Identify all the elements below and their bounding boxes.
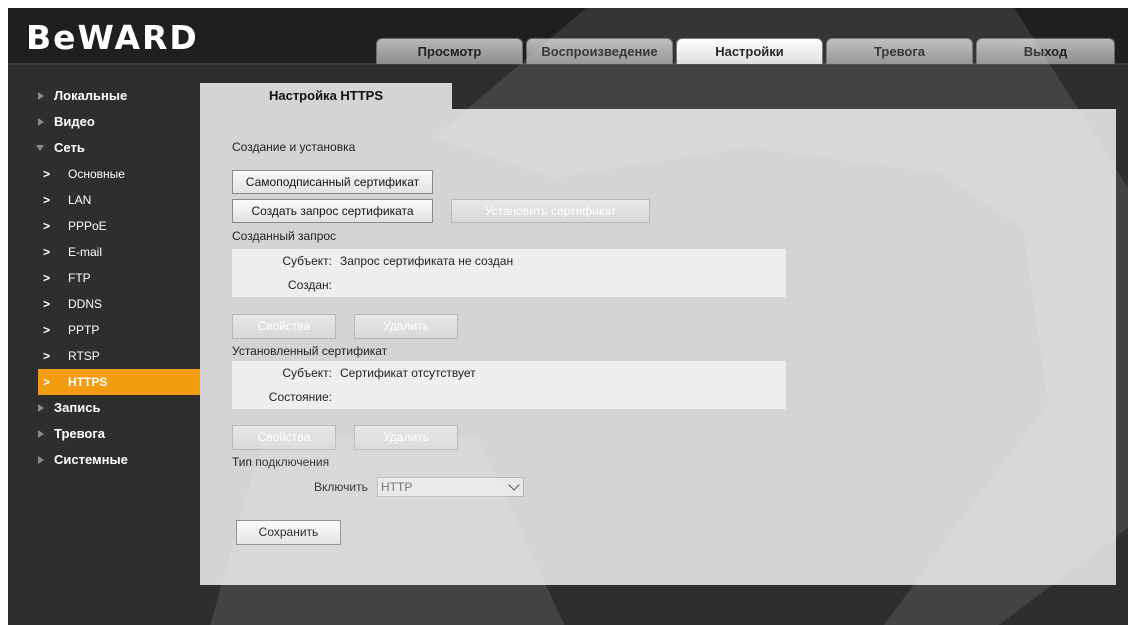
chevron-down-icon [508,479,520,491]
section-request-label: Созданный запрос [232,229,337,243]
sidebar-item-video[interactable]: Видео [8,109,200,135]
section-installed-label: Установленный сертификат [232,344,388,358]
sidebar-subitem-basic[interactable]: > Основные [8,161,200,187]
installed-properties-button[interactable]: Свойства [232,425,336,450]
chevron-right-icon: > [43,297,51,311]
collapsed-triangle-icon [38,92,44,100]
installed-state-key: Состояние: [268,390,332,404]
chevron-right-icon: > [43,323,51,337]
sidebar-item-label: Локальные [54,88,128,103]
section-create-label: Создание и установка [232,140,356,154]
sidebar-subitem-label: E-mail [68,245,103,259]
sidebar-item-network[interactable]: Сеть [8,135,200,161]
chevron-right-icon: > [43,375,51,389]
installed-delete-button[interactable]: Удалить [354,425,458,450]
sidebar-subitem-label: FTP [68,271,91,285]
sidebar-item-label: Запись [54,400,101,415]
sidebar-subitem-ddns[interactable]: > DDNS [8,291,200,317]
sidebar-subitem-label: PPPoE [68,219,107,233]
chevron-right-icon: > [43,219,51,233]
sidebar-subitem-label: RTSP [68,349,100,363]
sidebar-item-system[interactable]: Системные [8,447,200,473]
tab-settings[interactable]: Настройки [676,38,823,64]
chevron-right-icon: > [43,349,51,363]
beward-logo: BeWARD [26,18,199,57]
collapsed-triangle-icon [38,404,44,412]
sidebar-subitem-label: Основные [68,167,125,181]
sidebar-item-label: Тревога [54,426,106,441]
sidebar-subitem-label: LAN [68,193,92,207]
content-area: Настройка HTTPS Создание и установка Сам… [200,83,1116,585]
sidebar-item-local[interactable]: Локальные [8,83,200,109]
collapsed-triangle-icon [38,118,44,126]
request-subject-value: Запрос сертификата не создан [340,254,514,268]
tab-playback[interactable]: Воспроизведение [526,38,673,64]
self-signed-cert-button[interactable]: Самоподписанный сертификат [232,170,433,194]
tab-https-settings[interactable]: Настройка HTTPS [200,83,452,109]
sidebar-subitem-lan[interactable]: > LAN [8,187,200,213]
chevron-right-icon: > [43,245,51,259]
sidebar-subitem-email[interactable]: > E-mail [8,239,200,265]
tab-exit[interactable]: Выход [976,38,1115,64]
app-frame: BeWARD Просмотр Воспроизведение Настройк… [8,8,1128,625]
collapsed-triangle-icon [38,430,44,438]
enable-label: Включить [314,480,368,494]
sidebar-item-label: Сеть [54,140,85,155]
bottom-bar [8,593,1128,625]
sidebar-item-alarm[interactable]: Тревога [8,421,200,447]
request-subject-key: Субъект: [282,254,332,268]
request-properties-button[interactable]: Свойства [232,314,336,339]
sidebar-subitem-label: DDNS [68,297,103,311]
request-created-key: Создан: [287,278,332,292]
save-button[interactable]: Сохранить [236,520,341,545]
connection-type-select[interactable]: HTTP [377,477,524,497]
create-cert-request-button[interactable]: Создать запрос сертификата [232,199,433,223]
chevron-right-icon: > [43,167,51,181]
sidebar-item-label: Видео [54,114,95,129]
installed-cert-info: Субъект: Сертификат отсутствует Состояни… [232,361,786,409]
chevron-right-icon: > [43,193,51,207]
sidebar-subitem-pppoe[interactable]: > PPPoE [8,213,200,239]
tab-alarm[interactable]: Тревога [826,38,973,64]
installed-subject-key: Субъект: [282,366,332,380]
chevron-right-icon: > [43,271,51,285]
sidebar-subitem-rtsp[interactable]: > RTSP [8,343,200,369]
sidebar-item-record[interactable]: Запись [8,395,200,421]
cert-request-info: Субъект: Запрос сертификата не создан Со… [232,249,786,297]
sidebar-subitem-label: HTTPS [68,375,108,389]
sidebar-subitem-https[interactable]: > HTTPS [38,369,200,395]
sidebar-subitem-pptp[interactable]: > PPTP [8,317,200,343]
tab-view[interactable]: Просмотр [376,38,523,64]
install-cert-button[interactable]: Установить сертификат [451,199,650,223]
section-connection-label: Тип подключения [232,455,330,469]
sidebar-subitem-ftp[interactable]: > FTP [8,265,200,291]
header: BeWARD Просмотр Воспроизведение Настройк… [8,8,1128,65]
request-delete-button[interactable]: Удалить [354,314,458,339]
sidebar-item-label: Системные [54,452,128,467]
installed-subject-value: Сертификат отсутствует [340,366,476,380]
collapsed-triangle-icon [38,456,44,464]
sidebar-subitem-label: PPTP [68,323,100,337]
expanded-triangle-icon [36,145,44,151]
connection-type-value: HTTP [381,480,413,494]
sidebar: Локальные Видео Сеть > Основные > LAN > … [8,83,200,473]
https-settings-panel: Создание и установка Самоподписанный сер… [200,109,1116,585]
